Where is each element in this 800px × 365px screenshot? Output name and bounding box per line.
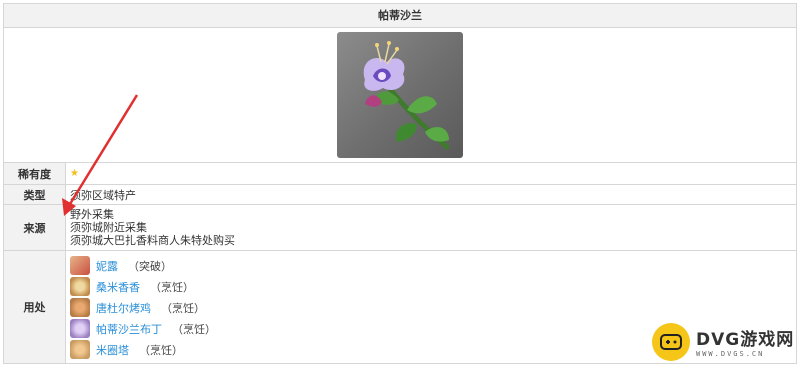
usage-link[interactable]: 桑米香香 <box>96 279 140 295</box>
usage-item: 妮露 （突破） <box>70 255 796 276</box>
dish-icon[interactable] <box>70 319 90 338</box>
usage-tag: （突破） <box>128 259 172 273</box>
usage-tag: （烹饪） <box>150 280 194 294</box>
type-value: 须弥区域特产 <box>70 188 136 202</box>
usage-link[interactable]: 帕蒂沙兰布丁 <box>96 321 162 337</box>
dish-icon[interactable] <box>70 277 90 296</box>
usage-label: 用处 <box>4 251 66 363</box>
type-label: 类型 <box>4 185 66 204</box>
usage-link[interactable]: 米圈塔 <box>96 342 129 358</box>
site-logo: DVG游戏网 WWW.DVGS.CN <box>652 320 798 363</box>
usage-tag: （烹饪） <box>161 301 205 315</box>
rarity-label: 稀有度 <box>4 163 66 184</box>
usage-item: 唐杜尔烤鸡 （烹饪） <box>70 297 796 318</box>
logo-text: DVG游戏网 <box>696 330 795 350</box>
dish-icon[interactable] <box>70 340 90 359</box>
gamepad-icon <box>652 322 690 361</box>
dish-icon[interactable] <box>70 298 90 317</box>
item-title: 帕蒂沙兰 <box>4 4 796 28</box>
source-row: 来源 野外采集 须弥城附近采集 须弥城大巴扎香料商人朱特处购买 <box>4 205 796 251</box>
usage-link[interactable]: 唐杜尔烤鸡 <box>96 300 151 316</box>
item-info-table: 帕蒂沙兰 稀有度 ★ 类型 须弥区域特产 来源 野外采集 须弥城附近采集 须弥城… <box>3 3 797 364</box>
item-image <box>337 32 463 158</box>
source-line: 须弥城大巴扎香料商人朱特处购买 <box>70 234 235 247</box>
usage-tag: （烹饪） <box>172 322 216 336</box>
star-icon: ★ <box>70 168 79 179</box>
padisarah-flower-icon <box>363 41 450 150</box>
item-image-row <box>4 28 796 163</box>
source-line: 野外采集 <box>70 208 114 221</box>
usage-link[interactable]: 妮露 <box>96 258 118 274</box>
nilou-avatar-icon[interactable] <box>70 256 90 275</box>
rarity-row: 稀有度 ★ <box>4 163 796 185</box>
type-row: 类型 须弥区域特产 <box>4 185 796 205</box>
source-line: 须弥城附近采集 <box>70 221 147 234</box>
source-label: 来源 <box>4 205 66 250</box>
usage-tag: （烹饪） <box>139 343 183 357</box>
usage-item: 桑米香香 （烹饪） <box>70 276 796 297</box>
logo-url: WWW.DVGS.CN <box>696 350 765 358</box>
